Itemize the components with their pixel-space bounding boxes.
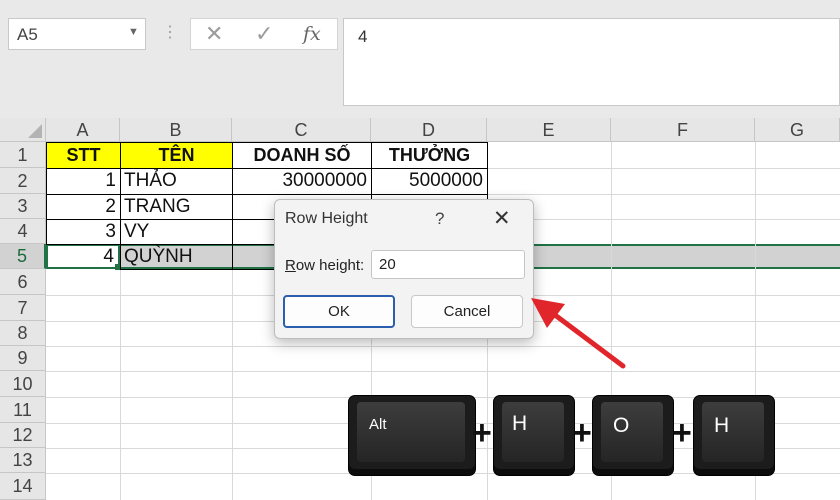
column-header-g[interactable]: G xyxy=(755,118,840,142)
formula-content: 4 xyxy=(358,27,368,46)
formula-input[interactable]: 4 xyxy=(343,18,840,106)
more-options-icon[interactable]: ⋮ xyxy=(162,22,178,42)
key-h-2: H xyxy=(694,396,774,475)
row-header-14[interactable]: 14 xyxy=(0,473,46,500)
formula-buttons: ✕ ✓ fx xyxy=(190,18,338,50)
key-alt-face: Alt xyxy=(357,402,465,462)
row-height-label-text: ow height: xyxy=(295,257,365,274)
name-box-value: A5 xyxy=(17,25,38,44)
cell-a2[interactable]: 1 xyxy=(46,168,121,195)
row-height-accesskey: R xyxy=(285,257,296,274)
column-header-a[interactable]: A xyxy=(46,118,120,142)
key-alt-label: Alt xyxy=(369,416,387,433)
cell-b5[interactable]: QUỲNH xyxy=(120,244,233,270)
ok-button[interactable]: OK xyxy=(283,295,395,328)
row-height-input[interactable]: 20 xyxy=(371,250,525,279)
row-header-10[interactable]: 10 xyxy=(0,371,46,397)
cell-b2[interactable]: THẢO xyxy=(120,168,233,195)
close-icon[interactable]: ✕ xyxy=(493,206,511,231)
arrow-head xyxy=(531,298,565,328)
row-height-dialog: Row Height ? ✕ Row height: 20 OK Cancel xyxy=(274,199,534,339)
plus-sign: + xyxy=(572,414,592,452)
row-header-6[interactable]: 6 xyxy=(0,269,46,295)
row-header-7[interactable]: 7 xyxy=(0,295,46,321)
row-header-11[interactable]: 11 xyxy=(0,397,46,423)
cell-a1[interactable]: STT xyxy=(46,142,121,169)
red-arrow-annotation xyxy=(531,298,626,369)
cell-c1[interactable]: DOANH SỐ xyxy=(232,142,372,169)
row-height-value: 20 xyxy=(379,256,396,273)
column-header-e[interactable]: E xyxy=(487,118,611,142)
cell-b4[interactable]: VY xyxy=(120,219,233,245)
key-alt: Alt xyxy=(349,396,475,475)
cancel-entry-icon[interactable]: ✕ xyxy=(205,21,223,47)
row-header-5[interactable]: 5 xyxy=(0,244,46,269)
plus-sign: + xyxy=(672,414,692,452)
key-o-face: O xyxy=(601,402,663,462)
row-header-8[interactable]: 8 xyxy=(0,321,46,346)
cell-c2[interactable]: 30000000 xyxy=(232,168,372,195)
row-header-13[interactable]: 13 xyxy=(0,448,46,473)
column-header-c[interactable]: C xyxy=(232,118,371,142)
key-h: H xyxy=(494,396,574,475)
cell-d1[interactable]: THƯỞNG xyxy=(371,142,488,169)
cell-a4[interactable]: 3 xyxy=(46,219,121,245)
select-all-icon xyxy=(28,124,42,138)
row-header-12[interactable]: 12 xyxy=(0,423,46,448)
key-h-2-label: H xyxy=(714,414,730,437)
cell-b3[interactable]: TRANG xyxy=(120,194,233,220)
cell-d2[interactable]: 5000000 xyxy=(371,168,488,195)
insert-function-icon[interactable]: fx xyxy=(303,23,321,45)
row-height-label: Row height: xyxy=(285,257,364,274)
key-h-face: H xyxy=(502,402,564,462)
enter-entry-icon[interactable]: ✓ xyxy=(255,21,273,47)
row-header-1[interactable]: 1 xyxy=(0,142,46,168)
name-box-dropdown-icon[interactable]: ▼ xyxy=(128,26,139,38)
row-header-3[interactable]: 3 xyxy=(0,194,46,219)
dialog-title: Row Height xyxy=(285,210,368,227)
row-header-2[interactable]: 2 xyxy=(0,168,46,194)
key-h-label: H xyxy=(512,412,528,435)
cell-b1[interactable]: TÊN xyxy=(120,142,233,169)
column-header-b[interactable]: B xyxy=(120,118,232,142)
cell-a3[interactable]: 2 xyxy=(46,194,121,220)
arrow-shaft xyxy=(548,309,626,369)
key-o: O xyxy=(593,396,673,475)
plus-sign: + xyxy=(472,414,492,452)
gridline xyxy=(46,346,840,347)
row-header-9[interactable]: 9 xyxy=(0,346,46,371)
row-header-4[interactable]: 4 xyxy=(0,219,46,244)
column-header-d[interactable]: D xyxy=(371,118,487,142)
gridline xyxy=(46,371,840,372)
key-h-2-face: H xyxy=(702,402,764,462)
column-header-f[interactable]: F xyxy=(611,118,755,142)
name-box[interactable]: A5 xyxy=(8,18,146,50)
cell-a5-value: 4 xyxy=(103,246,114,267)
help-icon[interactable]: ? xyxy=(435,209,444,229)
cancel-button[interactable]: Cancel xyxy=(411,295,523,328)
key-o-label: O xyxy=(613,414,630,437)
